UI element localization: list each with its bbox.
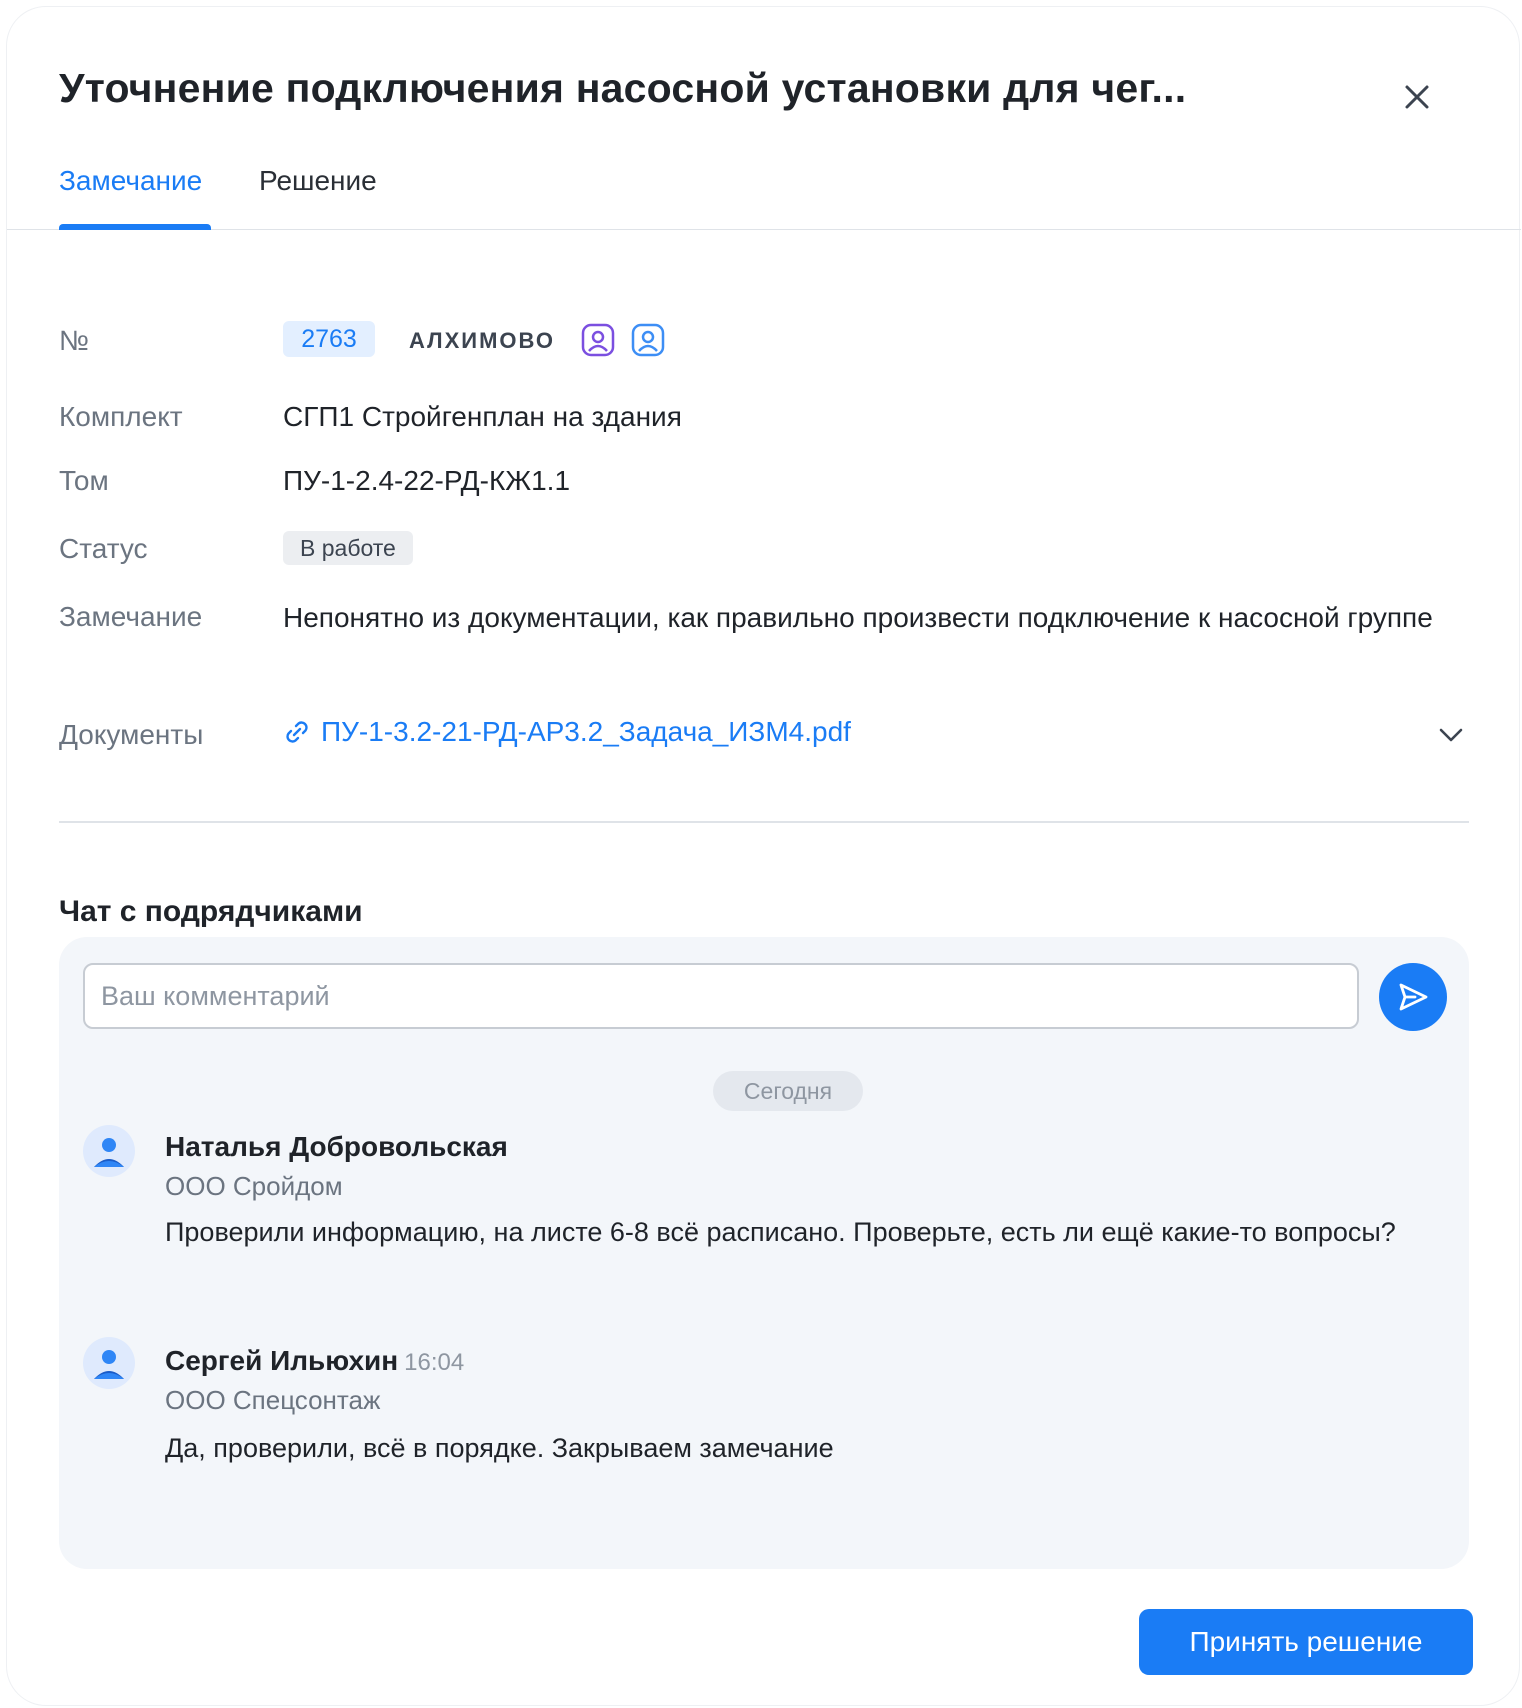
documents-expand-button[interactable] [1435,719,1467,751]
number-label: № [59,325,90,356]
person-icon[interactable] [581,323,615,357]
documents-label: Документы [59,719,204,750]
message-text: Проверили информацию, на листе 6-8 всё р… [165,1217,1396,1247]
active-tab-indicator [59,224,211,230]
close-button[interactable] [1397,77,1437,117]
tab-solution[interactable]: Решение [259,165,377,197]
comment-input[interactable] [83,963,1359,1029]
author-name: Наталья Добровольская [165,1131,508,1162]
number-badge: 2763 [283,321,375,357]
message-company: ООО Спецсонтаж [165,1385,381,1415]
status-label: Статус [59,533,148,564]
dialog-title: Уточнение подключения насосной установки… [59,65,1187,111]
user-avatar-icon [94,1138,124,1167]
kit-label: Комплект [59,401,183,432]
author-name: Сергей Ильюхин [165,1345,399,1376]
chat-panel: Сегодня Наталья Добровольская ООО Сройдо… [59,937,1469,1569]
person-icon[interactable] [631,323,665,357]
avatar [83,1125,135,1177]
chat-title: Чат с подрядчиками [59,895,363,928]
tab-remark[interactable]: Замечание [59,165,202,197]
message-author: Наталья Добровольская [165,1131,508,1163]
volume-value: ПУ-1-2.4-22-РД-КЖ1.1 [283,465,571,496]
status-badge: В работе [283,531,413,565]
accept-solution-button[interactable]: Принять решение [1139,1609,1473,1675]
document-file-name: ПУ-1-3.2-21-РД-АР3.2_Задача_ИЗМ4.pdf [321,716,851,747]
message-text: Да, проверили, всё в порядке. Закрываем … [165,1433,834,1463]
close-icon [1405,85,1429,109]
message-company: ООО Сройдом [165,1171,343,1201]
remark-label: Замечание [59,601,203,632]
avatar [83,1337,135,1389]
link-icon [286,721,308,743]
volume-label: Том [59,465,109,496]
remark-dialog: Уточнение подключения насосной установки… [6,6,1521,1706]
message-time: 16:04 [404,1349,465,1376]
date-separator: Сегодня [713,1071,863,1111]
organization-name: АЛХИМОВО [409,328,555,353]
remark-text: Непонятно из документации, как правильно… [283,602,1433,633]
send-button[interactable] [1379,963,1447,1031]
chevron-down-icon [1439,728,1463,742]
section-divider [59,821,1469,823]
tab-bar: Замечание Решение [7,157,1521,230]
message-author: Сергей Ильюхин 16:04 [165,1345,464,1377]
send-icon [1399,983,1428,1011]
kit-value: СГП1 Стройгенплан на здания [283,401,682,432]
user-avatar-icon [94,1350,124,1379]
document-link[interactable]: ПУ-1-3.2-21-РД-АР3.2_Задача_ИЗМ4.pdf [283,716,851,748]
